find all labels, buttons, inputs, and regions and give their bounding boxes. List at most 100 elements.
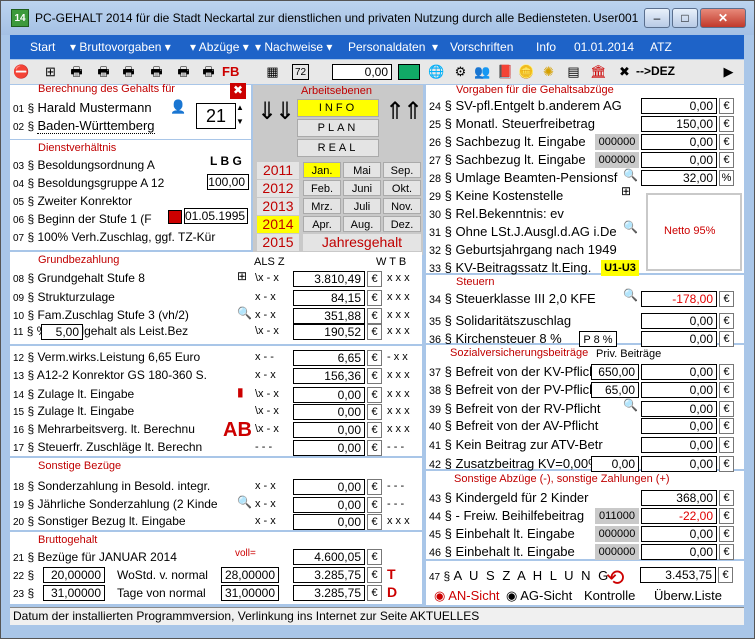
value-27[interactable]: 0,00 [641,152,717,168]
value-18[interactable]: 0,00 [293,479,365,495]
value-12[interactable]: 6,65 [293,350,365,366]
bank-icon[interactable]: 🏛 [590,64,607,80]
toolbar-input[interactable]: 0,00 [332,64,392,80]
arrow-down2-icon[interactable]: ⇓ [275,97,295,126]
month-jan[interactable]: Jan. [303,162,341,178]
value-45[interactable]: 0,00 [641,526,717,542]
chart2-icon[interactable]: ▤ [565,64,582,80]
search5-icon[interactable]: 🔍 [623,288,638,302]
brutto-wostd-value[interactable]: 3.285,75 [293,567,365,583]
flag-icon[interactable] [168,210,182,224]
plan-button[interactable]: PLAN [297,119,379,137]
month-apr[interactable]: Apr. [303,216,341,232]
value-13[interactable]: 156,36 [293,368,365,384]
value-25[interactable]: 150,00 [641,116,717,132]
play-icon[interactable]: ▶ [720,64,737,80]
info-button[interactable]: INFO [297,99,379,117]
month-juli[interactable]: Juli [343,198,381,214]
tage-normal-input[interactable]: 31,00000 [221,585,279,601]
brutto-tage-value[interactable]: 3.285,75 [293,585,365,601]
value-43[interactable]: 368,00 [641,490,717,506]
printer2-icon[interactable]: 🖶 [95,64,112,80]
btn-36[interactable]: P 8 % [579,331,617,347]
month-nov[interactable]: Nov. [383,198,421,214]
maximize-button[interactable]: □ [672,8,698,28]
jahresgehalt-button[interactable]: Jahresgehalt [303,234,421,251]
auszahlung-value[interactable]: 3.453,75 [640,567,716,583]
menu-info[interactable]: Info [536,40,556,54]
value-08[interactable]: 3.810,49 [293,271,365,287]
d-icon[interactable]: D [387,584,397,600]
fb-icon[interactable]: FB [222,64,239,80]
minimize-button[interactable]: – [644,8,670,28]
search4-icon[interactable]: 🔍 [623,220,638,234]
year-2015[interactable]: 2015 [257,234,299,251]
menu-vorschriften-arrow[interactable]: ▾ [432,40,438,54]
value-35[interactable]: 0,00 [641,313,717,329]
dez-button[interactable]: -->DEZ [636,64,675,78]
menu-atz[interactable]: ATZ [650,40,672,54]
value-20[interactable]: 0,00 [293,514,365,530]
value-17[interactable]: 0,00 [293,440,365,456]
menu-personaldaten[interactable]: Personaldaten [348,40,425,54]
brutto-voll-value[interactable]: 4.600,05 [293,549,365,565]
value-44[interactable]: -22,00 [641,508,717,524]
menu-date[interactable]: 01.01.2014 [574,40,634,54]
table2-icon[interactable]: ⊞ [621,184,631,198]
t-icon[interactable]: T [387,566,396,582]
ab-icon[interactable]: AB [223,419,252,442]
delete-icon[interactable]: ✖ [230,83,246,99]
stufe-date-input[interactable]: 01.05.1995 [184,208,248,224]
menu-nachweise[interactable]: ▾ Nachweise ▾ [255,40,332,54]
real-button[interactable]: REAL [297,139,379,157]
day-spin-up[interactable]: ▲ [236,103,244,112]
value-19[interactable]: 0,00 [293,497,365,513]
value-40[interactable]: 0,00 [641,418,717,434]
value-26[interactable]: 0,00 [641,134,717,150]
value-16[interactable]: 0,00 [293,422,365,438]
ag-sicht-radio[interactable]: ◉ AG-Sicht [506,588,572,604]
close-button[interactable]: ✕ [700,8,746,28]
monitor-icon[interactable] [398,64,420,80]
table-icon[interactable]: ⊞ [237,269,247,283]
settings-icon[interactable]: ⚙ [452,64,469,80]
calc-icon[interactable]: ▮ [237,385,244,399]
priv-42[interactable]: 0,00 [591,456,639,472]
kontrolle-button[interactable]: Kontrolle [584,588,635,603]
value-34[interactable]: -178,00 [641,291,717,307]
priv-37[interactable]: 650,00 [591,364,639,380]
value-10[interactable]: 351,88 [293,308,365,324]
year-2011[interactable]: 2011 [257,162,299,179]
printer6-icon[interactable]: 🖶 [200,64,217,80]
month-mai[interactable]: Mai [343,162,381,178]
search6-icon[interactable]: 🔍 [623,398,638,412]
menu-start[interactable]: Start [30,40,55,54]
number-icon[interactable]: 72 [292,64,309,80]
menu-abzuege[interactable]: ▾ Abzüge ▾ [190,40,249,54]
year-2012[interactable]: 2012 [257,180,299,197]
value-37[interactable]: 0,00 [641,364,717,380]
grid-icon[interactable]: ⊞ [42,64,59,80]
chart-icon[interactable]: ▦ [264,64,281,80]
value-09[interactable]: 84,15 [293,290,365,306]
value-39[interactable]: 0,00 [641,401,717,417]
cross-icon[interactable]: ✖ [616,64,633,80]
month-feb[interactable]: Feb. [303,180,341,196]
value-14[interactable]: 0,00 [293,387,365,403]
value-11[interactable]: 190,52 [293,324,365,340]
printer5-icon[interactable]: 🖶 [175,64,192,80]
value-15[interactable]: 0,00 [293,404,365,420]
month-aug[interactable]: Aug. [343,216,381,232]
book-icon[interactable]: 📕 [497,64,514,80]
search3-icon[interactable]: 🔍 [623,168,638,182]
month-dez[interactable]: Dez. [383,216,421,232]
day-spin-down[interactable]: ▼ [236,117,244,126]
month-juni[interactable]: Juni [343,180,381,196]
day-input[interactable]: 21 [196,103,236,129]
value-36[interactable]: 0,00 [641,331,717,347]
priv-38[interactable]: 65,00 [591,382,639,398]
year-2013[interactable]: 2013 [257,198,299,215]
value-24[interactable]: 0,00 [641,98,717,114]
badge-33[interactable]: U1-U3 [601,260,639,276]
sun-icon[interactable]: ✺ [540,64,557,80]
